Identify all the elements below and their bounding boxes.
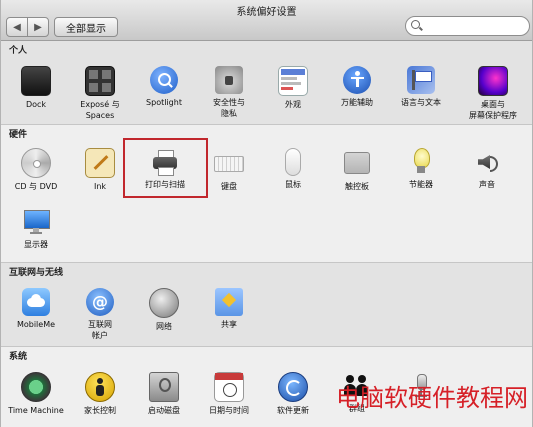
section-hardware: 硬件 CD 与 DVD Ink 打印与扫描 键盘 鼠标 触控板 节能器 声音 显… [0, 125, 533, 263]
pref-desktop-screensaver[interactable]: 桌面与 屏幕保护程序 [461, 66, 525, 121]
parental-controls-icon [85, 372, 115, 402]
pref-energy-saver[interactable]: 节能器 [389, 148, 453, 190]
forward-button[interactable]: ▶ [27, 18, 48, 36]
pref-sound[interactable]: 声音 [455, 148, 519, 190]
universal-access-icon [343, 66, 371, 94]
pref-label: 网络 [156, 322, 172, 331]
display-icon [22, 208, 50, 236]
pref-label: 日期与时间 [209, 406, 249, 415]
pref-label-line2: 隐私 [221, 109, 237, 118]
pref-time-machine[interactable]: Time Machine [4, 372, 68, 416]
pref-label: 节能器 [409, 180, 433, 189]
pref-appearance[interactable]: 外观 [261, 66, 325, 110]
pref-label: Time Machine [8, 406, 64, 415]
pref-label: 共享 [221, 320, 237, 329]
pref-date-time[interactable]: 日期与时间 [197, 372, 261, 416]
pref-displays[interactable]: 显示器 [4, 208, 68, 250]
cloud-icon [22, 288, 50, 316]
shared-folder-icon [215, 288, 243, 316]
pref-label: 鼠标 [285, 180, 301, 189]
software-update-icon [278, 372, 308, 402]
pref-label-line2: 屏幕保护程序 [469, 111, 517, 120]
pref-label: Dock [25, 100, 47, 109]
watermark-text: 电脑软硬件教程网 [336, 384, 528, 412]
search-icon [411, 20, 420, 29]
pref-sharing[interactable]: 共享 [197, 288, 261, 330]
globe-icon [149, 288, 179, 318]
dock-icon [21, 66, 51, 96]
pref-expose-spaces[interactable]: Exposé 与 Spaces [68, 66, 132, 121]
speaker-icon [473, 148, 501, 176]
time-machine-icon [21, 372, 51, 402]
pref-spotlight[interactable]: Spotlight [132, 66, 196, 108]
disc-icon [21, 148, 51, 178]
pref-label: 家长控制 [84, 406, 116, 415]
pref-dock[interactable]: Dock [4, 66, 68, 110]
pref-security[interactable]: 安全性与 隐私 [197, 66, 261, 119]
pref-label: 语言与文本 [401, 98, 441, 107]
highlight-box [123, 138, 208, 198]
desktop-icon [478, 66, 508, 96]
pref-label: MobileMe [16, 320, 56, 329]
pref-label: 互联网 [88, 320, 112, 329]
section-title-internet: 互联网与无线 [9, 268, 64, 278]
pref-mouse[interactable]: 鼠标 [261, 148, 325, 190]
pref-startup-disk[interactable]: 启动磁盘 [132, 372, 196, 416]
pref-label: 启动磁盘 [148, 406, 180, 415]
pref-label-line2: 帐户 [92, 331, 108, 340]
system-preferences-window: 系统偏好设置 ◀ ▶ 全部显示 个人 Dock Exposé 与 Spaces [0, 0, 533, 427]
section-title-hardware: 硬件 [9, 130, 28, 140]
keyboard-icon [214, 156, 244, 172]
pref-network[interactable]: 网络 [132, 288, 196, 332]
pref-language-text[interactable]: 语言与文本 [389, 66, 453, 108]
pref-label: 桌面与 [481, 100, 505, 109]
house-lock-icon [215, 66, 243, 94]
pref-software-update[interactable]: 软件更新 [261, 372, 325, 416]
pref-parental-controls[interactable]: 家长控制 [68, 372, 132, 416]
at-sign-icon: @ [86, 288, 114, 316]
expose-spaces-icon [85, 66, 115, 96]
pref-internet-accounts[interactable]: @ 互联网 帐户 [68, 288, 132, 341]
pref-label: 触控板 [345, 182, 369, 191]
section-title-personal: 个人 [9, 46, 28, 56]
section-internet-wireless: 互联网与无线 MobileMe @ 互联网 帐户 网络 共享 [0, 263, 533, 347]
pref-label: CD 与 DVD [14, 182, 58, 191]
ink-pen-icon [85, 148, 115, 178]
pref-label: 软件更新 [277, 406, 309, 415]
bulb-icon [407, 148, 435, 176]
search-field[interactable] [405, 16, 530, 36]
pref-label: 万能辅助 [341, 98, 373, 107]
pref-universal-access[interactable]: 万能辅助 [325, 66, 389, 108]
pref-trackpad[interactable]: 触控板 [325, 148, 389, 192]
pref-cd-dvd[interactable]: CD 与 DVD [4, 148, 68, 192]
pref-label: Exposé 与 [80, 100, 120, 109]
back-button[interactable]: ◀ [7, 18, 27, 36]
navigation-buttons: ◀ ▶ [6, 17, 49, 37]
pref-label: 安全性与 [213, 98, 245, 107]
spotlight-icon [150, 66, 178, 94]
hard-disk-icon [149, 372, 179, 402]
pref-mobileme[interactable]: MobileMe [4, 288, 68, 330]
mouse-icon [285, 148, 301, 176]
trackpad-icon [344, 152, 370, 174]
pref-label: 显示器 [24, 240, 48, 249]
titlebar: 系统偏好设置 ◀ ▶ 全部显示 [0, 0, 533, 41]
clock-icon [214, 372, 244, 402]
pref-label-line2: Spaces [85, 111, 115, 120]
pref-label: Spotlight [146, 98, 182, 107]
flag-icon [407, 66, 435, 94]
appearance-icon [278, 66, 308, 96]
pref-label: 声音 [479, 180, 495, 189]
section-personal: 个人 Dock Exposé 与 Spaces Spotlight 安全性与 隐… [0, 41, 533, 125]
section-title-system: 系统 [9, 352, 28, 362]
show-all-button[interactable]: 全部显示 [54, 17, 118, 37]
pref-label: 外观 [285, 100, 301, 109]
